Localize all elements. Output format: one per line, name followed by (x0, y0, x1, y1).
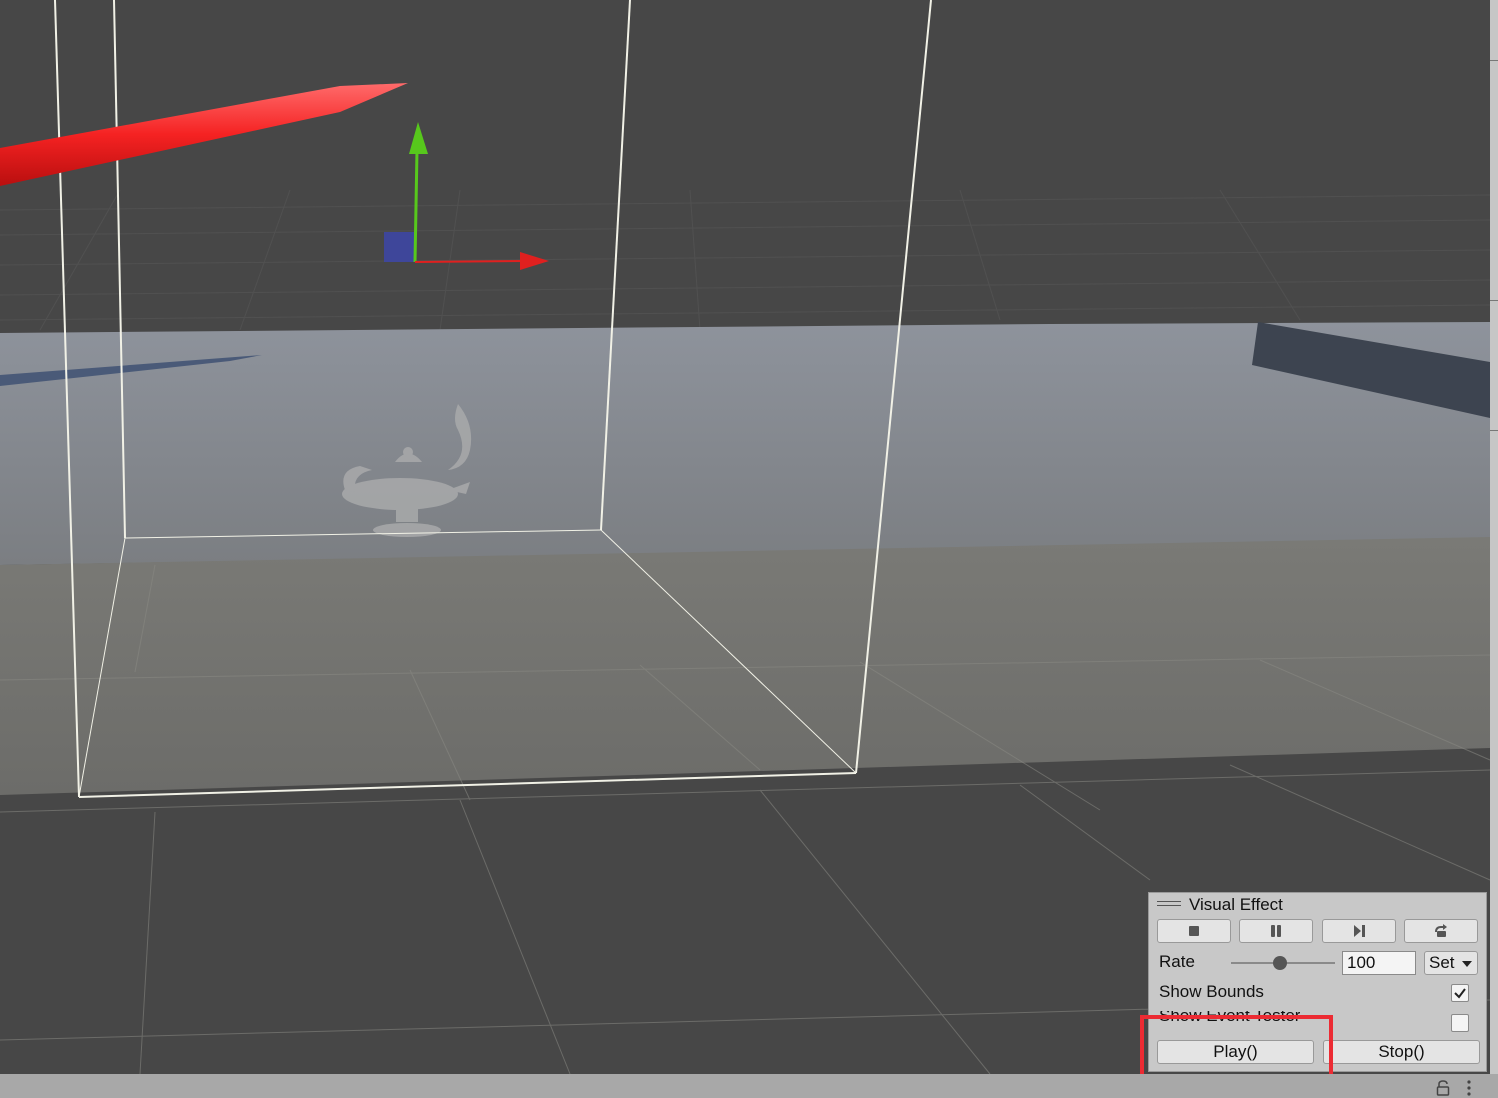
rate-slider[interactable] (1231, 956, 1335, 970)
pause-icon (1271, 925, 1281, 937)
restart-icon (1435, 924, 1447, 937)
rate-input[interactable] (1342, 951, 1416, 975)
show-bounds-checkbox[interactable] (1451, 984, 1469, 1002)
more-options-icon[interactable] (1466, 1080, 1472, 1096)
status-bar (0, 1074, 1498, 1098)
gizmo-z-handle[interactable] (384, 232, 414, 262)
gizmo-x-axis[interactable] (414, 260, 525, 263)
overlay-title: Visual Effect (1189, 895, 1283, 914)
right-panel-edge (1490, 0, 1498, 1074)
stop-button[interactable] (1157, 919, 1231, 943)
show-event-tester-checkbox[interactable] (1451, 1014, 1469, 1032)
show-event-tester-label: Show Event Tester (1159, 1011, 1301, 1025)
restart-button[interactable] (1404, 919, 1478, 943)
rate-label: Rate (1159, 952, 1195, 971)
show-bounds-label: Show Bounds (1159, 982, 1264, 1001)
set-dropdown[interactable]: Set (1424, 951, 1478, 975)
step-button[interactable] (1322, 919, 1396, 943)
lock-icon[interactable] (1436, 1080, 1450, 1096)
gizmo-y-axis[interactable] (413, 149, 419, 263)
rate-slider-thumb[interactable] (1272, 956, 1287, 970)
play-button[interactable]: Play() (1157, 1040, 1314, 1064)
set-dropdown-label: Set (1429, 953, 1455, 972)
chevron-down-icon (1462, 961, 1472, 967)
drag-handle-icon[interactable] (1157, 901, 1181, 909)
visual-effect-overlay: Visual Effect Rate Set Show Bounds Show … (1148, 892, 1487, 1072)
stop-call-button[interactable]: Stop() (1323, 1040, 1480, 1064)
pause-button[interactable] (1239, 919, 1313, 943)
overlay-titlebar[interactable]: Visual Effect (1149, 893, 1486, 917)
stop-icon (1189, 926, 1199, 936)
step-icon (1354, 925, 1365, 937)
checkmark-icon (1454, 988, 1466, 999)
